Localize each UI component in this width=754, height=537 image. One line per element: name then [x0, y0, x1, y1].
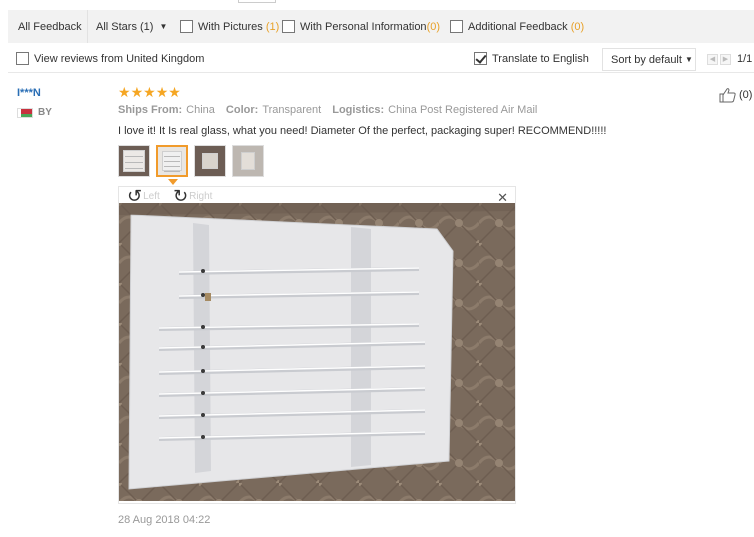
star-icon: ★ — [143, 84, 156, 100]
additional-feedback-count: (0) — [570, 20, 585, 33]
star-icon: ★ — [130, 84, 144, 100]
pagination: ◀ ▶ 1/1 — [707, 53, 752, 65]
belarus-flag-icon — [17, 107, 33, 118]
translate-label: Translate to English — [492, 52, 589, 65]
sort-dropdown[interactable]: Sort by default ▼ — [602, 48, 696, 71]
rotate-right-label: Right — [189, 190, 213, 202]
color-value: Transparent — [262, 104, 322, 116]
ships-from-key: Ships From: — [118, 104, 183, 116]
all-stars-label: All Stars (1) — [96, 20, 154, 33]
with-personal-info-count: (0) — [426, 20, 441, 33]
helpful-count: (0) — [739, 89, 753, 101]
color-key: Color: — [225, 104, 259, 116]
all-feedback-tab[interactable]: All Feedback — [8, 10, 88, 43]
image-viewer: ↺ Left ↻ Right ✕ — [118, 186, 516, 504]
rotate-left-button[interactable]: ↺ Left — [127, 186, 160, 206]
review-thumbnail-selected[interactable] — [156, 145, 188, 177]
rotate-left-label: Left — [143, 190, 160, 202]
with-pictures-checkbox[interactable] — [180, 20, 193, 33]
reviewer-info: I***N BY — [17, 87, 52, 118]
top-edge — [238, 0, 276, 3]
sort-label: Sort by default — [611, 53, 682, 66]
with-pictures-count: (1) — [265, 20, 280, 33]
rotate-right-icon: ↻ — [173, 186, 189, 206]
star-icon: ★ — [118, 84, 131, 100]
ships-from-value: China — [186, 104, 215, 116]
additional-feedback-label: Additional Feedback — [468, 20, 568, 33]
additional-feedback-checkbox[interactable] — [450, 20, 463, 33]
translate-checkbox[interactable] — [474, 52, 487, 65]
with-personal-info-label: With Personal Information — [300, 20, 427, 33]
uk-reviews-label: View reviews from United Kingdom — [34, 52, 205, 65]
review-thumbnail[interactable] — [194, 145, 226, 177]
with-personal-info-filter[interactable]: With Personal Information (0) — [282, 10, 450, 43]
chevron-down-icon: ▼ — [684, 55, 693, 64]
all-feedback-label: All Feedback — [18, 20, 82, 33]
with-personal-info-checkbox[interactable] — [282, 20, 295, 33]
rating-stars: ★ ★ ★ ★ ★ — [118, 85, 181, 99]
review-photo[interactable] — [119, 203, 515, 501]
logistics-key: Logistics: — [332, 104, 385, 116]
logistics-value: China Post Registered Air Mail — [388, 104, 538, 116]
with-pictures-label: With Pictures — [198, 20, 263, 33]
star-icon: ★ — [168, 84, 181, 100]
review-thumbnail[interactable] — [118, 145, 150, 177]
review-thumbnail[interactable] — [232, 145, 264, 177]
translate-option[interactable]: Translate to English — [474, 52, 589, 65]
reviewer-country: BY — [17, 107, 52, 118]
review-text: I love it! It Is real glass, what you ne… — [118, 125, 607, 137]
thumbs-up-icon — [719, 88, 736, 103]
prev-page-button[interactable]: ◀ — [707, 53, 718, 65]
rotate-right-button[interactable]: ↻ Right — [173, 186, 213, 206]
next-page-button[interactable]: ▶ — [720, 53, 731, 65]
uk-reviews-option[interactable]: View reviews from United Kingdom — [16, 52, 204, 65]
star-icon: ★ — [155, 84, 169, 100]
review-date: 28 Aug 2018 04:22 — [118, 514, 211, 526]
chevron-down-icon: ▼ — [159, 22, 168, 31]
reviewer-name[interactable]: I***N — [17, 87, 52, 99]
review-thumbnails — [118, 145, 270, 177]
uk-reviews-checkbox[interactable] — [16, 52, 29, 65]
filter-bar: All Feedback All Stars (1) ▼ With Pictur… — [8, 10, 754, 43]
with-pictures-filter[interactable]: With Pictures (1) — [176, 10, 282, 43]
options-row: View reviews from United Kingdom Transla… — [8, 46, 754, 73]
rotate-left-icon: ↺ — [127, 186, 143, 206]
page-indicator: 1/1 — [737, 53, 753, 65]
helpful-button[interactable]: (0) — [719, 87, 752, 103]
selected-thumbnail-pointer — [168, 179, 178, 185]
additional-feedback-filter[interactable]: Additional Feedback (0) — [450, 10, 584, 43]
country-code: BY — [38, 107, 52, 118]
all-stars-dropdown[interactable]: All Stars (1) ▼ — [88, 10, 176, 43]
order-meta: Ships From: China Color: Transparent Log… — [118, 104, 548, 116]
